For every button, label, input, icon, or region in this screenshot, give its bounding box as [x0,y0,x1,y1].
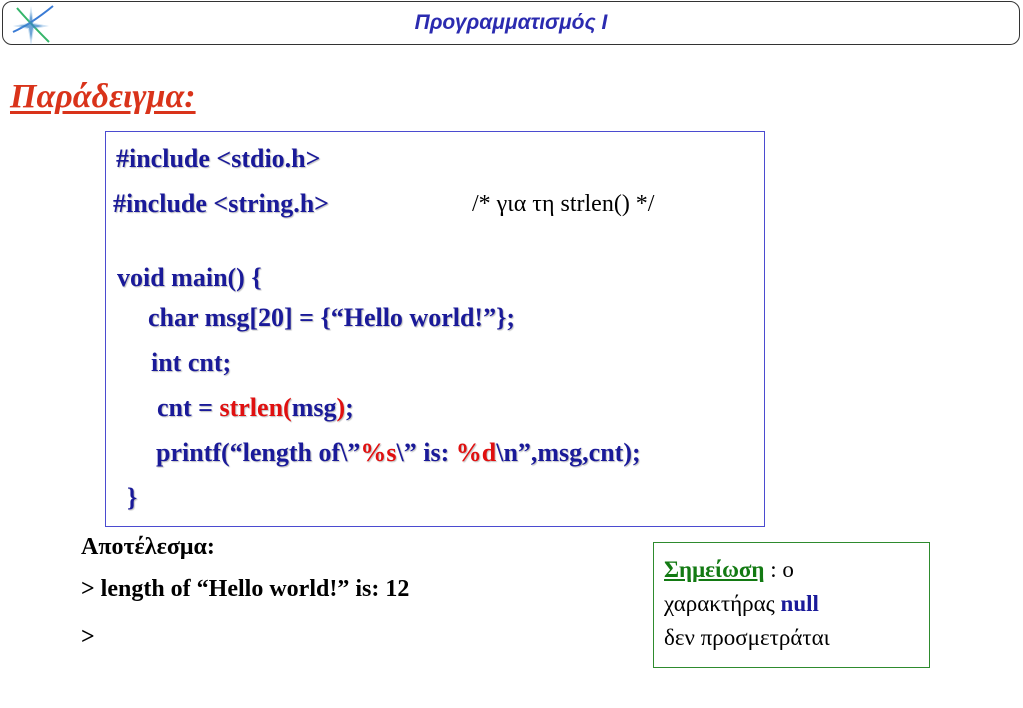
code-box: #include <stdio.h> #include <string.h> /… [105,131,765,527]
code-text: \” is: [396,438,456,467]
code-line-main: void main() { [117,263,262,292]
note-line-1: Σημείωση : ο [664,553,919,587]
code-line-char-msg: char msg[20] = {“Hello world!”}; [148,303,515,332]
note-line-3: δεν προσμετράται [664,625,830,650]
code-text: \n”,msg,cnt); [496,438,641,467]
result-output: > length of “Hello world!” is: 12 [81,576,410,602]
format-specifier-s: %s [360,438,397,467]
format-specifier-d: %d [455,438,497,467]
code-text: printf(“length of\” [156,438,361,467]
header-title: Προγραμματισμός Ι [414,11,608,34]
code-line-include-stdio: #include <stdio.h> [116,144,321,173]
note-label: Σημείωση [664,557,765,582]
code-text: cnt = [157,393,220,422]
result-label: Αποτέλεσμα: [81,534,215,560]
code-line-int-cnt: int cnt; [151,348,232,377]
note-text: : ο [764,557,794,582]
code-line-close-brace: } [127,483,138,512]
strlen-close: ) [336,393,346,422]
code-line-include-string: #include <string.h> [113,189,329,218]
code-line-printf: printf(“length of\”%s\” is: %d\n”,msg,cn… [156,438,641,468]
code-text: ; [345,393,354,422]
slide-page: Προγραμματισμός Ι Παράδειγμα: #include <… [0,0,1023,708]
code-line-strlen: cnt = strlen(msg); [157,393,354,423]
header-bar: Προγραμματισμός Ι [2,1,1020,46]
slide-title: Παράδειγμα: [10,78,196,115]
result-prompt: > [81,624,95,650]
note-null-word: null [780,591,819,616]
note-text: χαρακτήρας [664,591,781,616]
strlen-call: strlen( [219,393,292,422]
code-comment: /* για τη strlen() */ [472,191,655,217]
note-box: Σημείωση : ο χαρακτήρας null δεν προσμετ… [653,542,930,668]
note-line-2: χαρακτήρας null [664,587,919,621]
code-text: msg [291,393,337,422]
